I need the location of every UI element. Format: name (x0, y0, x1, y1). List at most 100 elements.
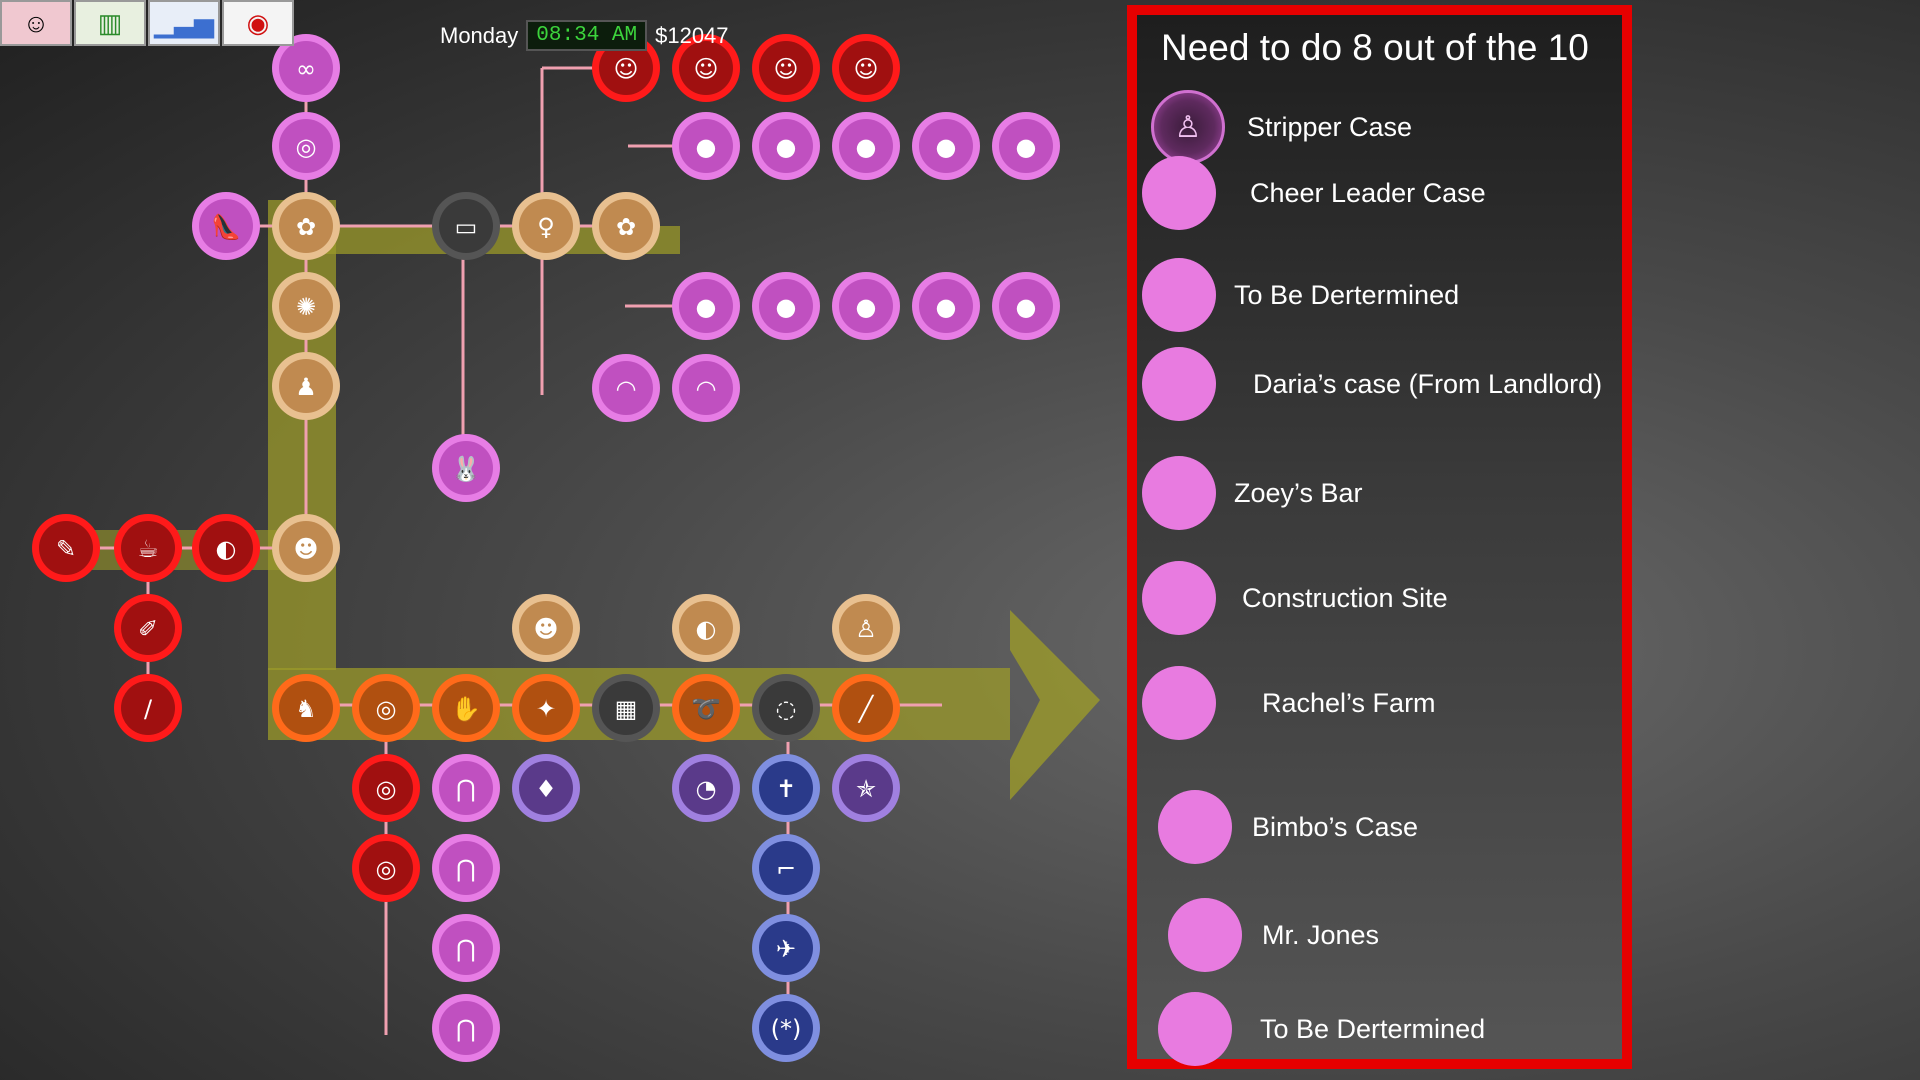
skill-node[interactable]: ▦ (592, 674, 660, 742)
skill-node-icon: ● (936, 293, 957, 321)
skill-node[interactable]: 👠 (192, 192, 260, 260)
case-item-tbd-1[interactable]: To Be Dertermined (1142, 257, 1459, 333)
skill-node[interactable]: ◐ (192, 514, 260, 582)
case-label: Bimbo’s Case (1252, 811, 1419, 842)
skill-node-icon: ◎ (376, 855, 397, 883)
skill-node-icon: ✯ (856, 775, 876, 803)
skill-node[interactable]: ♀ (512, 192, 580, 260)
skill-node[interactable]: ☻ (512, 594, 580, 662)
skill-node[interactable]: ♟ (272, 352, 340, 420)
skill-node[interactable]: ✺ (272, 272, 340, 340)
skill-node[interactable]: ╱ (832, 674, 900, 742)
map-icon: ▥ (97, 7, 123, 38)
case-item-stripper[interactable]: ♙ Stripper Case (1151, 89, 1412, 165)
case-label: Stripper Case (1247, 111, 1413, 142)
skill-node[interactable]: ● (672, 272, 740, 340)
skill-node[interactable]: ● (912, 272, 980, 340)
skill-node-icon: ● (1016, 133, 1037, 161)
skill-node-icon: ✈ (776, 935, 796, 963)
case-item-daria[interactable]: Daria’s case (From Landlord) (1142, 346, 1602, 422)
skill-node[interactable]: ☺ (832, 34, 900, 102)
case-label: Rachel’s Farm (1262, 687, 1436, 718)
skill-node[interactable]: ⋂ (432, 834, 500, 902)
skill-node[interactable]: ✿ (272, 192, 340, 260)
skill-node[interactable]: ● (752, 272, 820, 340)
skill-node-icon: 👠 (211, 212, 241, 241)
character-portrait-button[interactable]: ☺ (0, 0, 72, 46)
skill-node[interactable]: ● (832, 112, 900, 180)
case-dot (1142, 156, 1216, 230)
progress-path-segment (268, 200, 336, 670)
skill-node[interactable]: ✿ (592, 192, 660, 260)
skill-node[interactable]: ✝ (752, 754, 820, 822)
skill-node-icon: ✺ (296, 293, 316, 321)
case-item-construction[interactable]: Construction Site (1142, 560, 1448, 636)
skill-node[interactable]: ♞ (272, 674, 340, 742)
skill-node[interactable]: ● (992, 112, 1060, 180)
skill-node[interactable]: ◎ (272, 112, 340, 180)
case-item-rachel[interactable]: Rachel’s Farm (1142, 665, 1436, 741)
skill-node-icon: ◐ (696, 615, 717, 643)
skill-node-icon: ♙ (855, 615, 877, 643)
skill-node[interactable]: ⌐ (752, 834, 820, 902)
skill-node[interactable]: ▭ (432, 192, 500, 260)
skill-node-icon: (*) (771, 1015, 802, 1043)
skill-node-icon: ✿ (616, 213, 636, 241)
case-item-mr-jones[interactable]: Mr. Jones (1168, 897, 1379, 973)
skill-node[interactable]: ◐ (672, 594, 740, 662)
skill-node[interactable]: ● (912, 112, 980, 180)
skill-node-icon: ✦ (536, 695, 556, 723)
skill-node[interactable]: ☺ (752, 34, 820, 102)
skill-node[interactable]: 🐰 (432, 434, 500, 502)
clock-display: 08:34 AM (526, 20, 648, 51)
skill-node[interactable]: ✈ (752, 914, 820, 982)
skill-node[interactable]: ◎ (352, 834, 420, 902)
skill-node[interactable]: ⋂ (432, 994, 500, 1062)
skill-node[interactable]: ● (992, 272, 1060, 340)
case-label: Construction Site (1242, 582, 1448, 613)
skill-node-icon: ✋ (451, 695, 481, 723)
case-item-zoey[interactable]: Zoey’s Bar (1142, 455, 1363, 531)
skill-node[interactable]: ⋂ (432, 914, 500, 982)
skill-node-icon: ➰ (691, 695, 721, 723)
skill-node[interactable]: ◎ (352, 754, 420, 822)
skill-node[interactable]: (*) (752, 994, 820, 1062)
case-label: Zoey’s Bar (1234, 477, 1363, 508)
skill-node[interactable]: ✦ (512, 674, 580, 742)
skill-node-icon: ◔ (696, 775, 717, 803)
skill-node[interactable]: ⋂ (432, 754, 500, 822)
skill-node[interactable]: ◠ (672, 354, 740, 422)
case-dot (1158, 992, 1232, 1066)
skill-node[interactable]: ✋ (432, 674, 500, 742)
map-button[interactable]: ▥ (74, 0, 146, 46)
skill-node[interactable]: ● (752, 112, 820, 180)
skill-node[interactable]: ● (832, 272, 900, 340)
skill-node[interactable]: ◠ (592, 354, 660, 422)
case-item-tbd-2[interactable]: To Be Dertermined (1158, 991, 1485, 1067)
skill-node[interactable]: ☻ (272, 514, 340, 582)
skill-node[interactable]: ✐ (114, 594, 182, 662)
skill-node[interactable]: ☕ (114, 514, 182, 582)
skill-node[interactable]: ● (672, 112, 740, 180)
case-dot (1168, 898, 1242, 972)
panel-title: Need to do 8 out of the 10 (1161, 27, 1589, 68)
skill-node[interactable]: ◌ (752, 674, 820, 742)
case-item-cheer-leader[interactable]: Cheer Leader Case (1142, 155, 1486, 231)
case-item-bimbo[interactable]: Bimbo’s Case (1158, 789, 1418, 865)
case-label: Cheer Leader Case (1250, 177, 1486, 208)
skill-node-icon: ♀ (537, 213, 555, 241)
skill-node[interactable]: ◔ (672, 754, 740, 822)
skill-node[interactable]: ◎ (352, 674, 420, 742)
hide-ui-button[interactable]: ◉ (222, 0, 294, 46)
skill-node[interactable]: ♦ (512, 754, 580, 822)
skill-node-icon: ♦ (535, 775, 557, 803)
skill-node[interactable]: ✎ (32, 514, 100, 582)
skill-node[interactable]: ➰ (672, 674, 740, 742)
skill-node[interactable]: ♙ (832, 594, 900, 662)
skill-node-icon: ╱ (857, 694, 875, 723)
skill-node[interactable]: ✯ (832, 754, 900, 822)
status-hud: Monday 08:34 AM $12047 (440, 20, 729, 51)
stats-button[interactable]: ▁▃▅ (148, 0, 220, 46)
skill-node-icon: ▦ (615, 695, 638, 723)
skill-node[interactable]: / (114, 674, 182, 742)
